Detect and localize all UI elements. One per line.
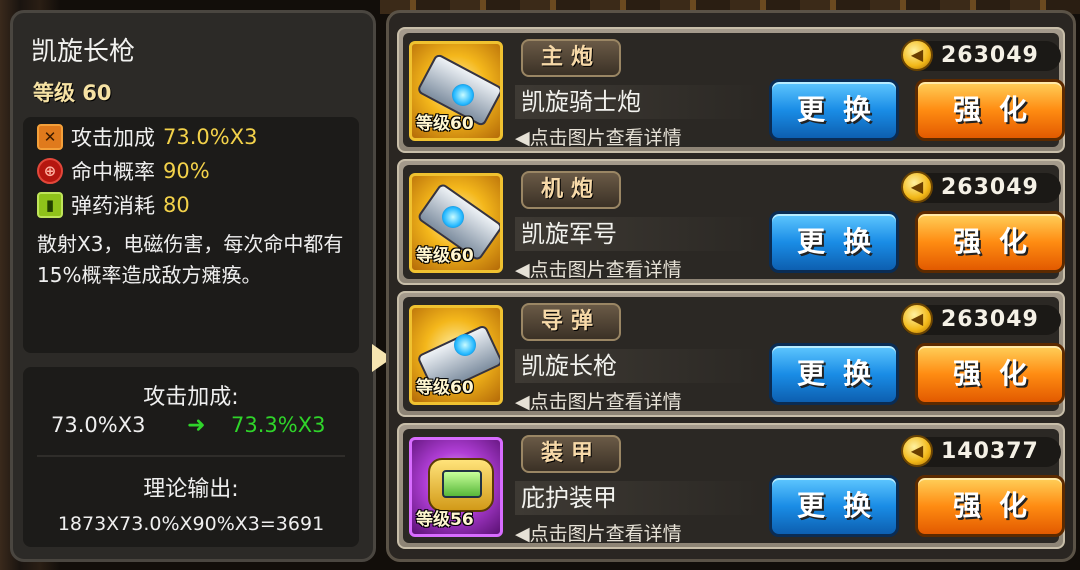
cannon-icon[interactable]: 等级60 [409, 41, 503, 141]
detail-hint: ◀点击图片查看详情 [515, 391, 682, 413]
item-level: 等级60 [416, 114, 474, 134]
crosshair-icon: ⊕ [37, 158, 63, 184]
item-name: 庇护装甲 [515, 481, 761, 515]
coin-icon: ◀ [901, 171, 933, 203]
stat-value: 80 [163, 193, 190, 217]
compare-old-value: 73.0%X3 [51, 413, 146, 437]
cost-value: 140377 [941, 439, 1039, 464]
stat-hit-rate: ⊕ 命中概率 90% [37, 157, 210, 185]
change-button[interactable]: 更换 [769, 79, 899, 141]
compare-title: 攻击加成: [143, 385, 239, 410]
calculation-box: 攻击加成: 73.0%X3 ➜ 73.3%X3 理论输出: 1873X73.0%… [23, 367, 359, 547]
item-name: 凯旋骑士炮 [515, 85, 761, 119]
equipment-panel: 等级60 主炮 凯旋骑士炮 ◀点击图片查看详情 ◀ 263049 更换 强化 等… [386, 10, 1076, 562]
change-button[interactable]: 更换 [769, 343, 899, 405]
ammo-icon: ▮ [37, 192, 63, 218]
slot-type-label: 装甲 [521, 435, 621, 473]
output-formula: 1873X73.0%X90%X3=3691 [57, 513, 325, 535]
upgrade-button[interactable]: 强化 [915, 343, 1065, 405]
crossed-swords-icon: ✕ [37, 124, 63, 150]
coin-icon: ◀ [901, 39, 933, 71]
weapon-detail-panel: 凯旋长枪 等级 60 ✕ 攻击加成 73.0%X3 ⊕ 命中概率 90% ▮ 弹… [10, 10, 376, 562]
stat-label: 攻击加成 [71, 126, 155, 150]
item-name: 凯旋军号 [515, 217, 761, 251]
stat-label: 命中概率 [71, 160, 155, 184]
cost-display: ◀ 140377 [901, 435, 1061, 467]
missile-launcher-icon[interactable]: 等级60 [409, 305, 503, 405]
stat-attack: ✕ 攻击加成 73.0%X3 [37, 123, 257, 151]
equipment-slot: 等级60 主炮 凯旋骑士炮 ◀点击图片查看详情 ◀ 263049 更换 强化 [397, 27, 1065, 153]
equipment-slot: 等级56 装甲 庇护装甲 ◀点击图片查看详情 ◀ 140377 更换 强化 [397, 423, 1065, 549]
upgrade-button[interactable]: 强化 [915, 79, 1065, 141]
machine-gun-icon[interactable]: 等级60 [409, 173, 503, 273]
detail-hint: ◀点击图片查看详情 [515, 127, 682, 149]
slot-type-label: 导弹 [521, 303, 621, 341]
detail-hint: ◀点击图片查看详情 [515, 523, 682, 545]
stat-value: 73.0%X3 [163, 125, 258, 149]
compare-new-value: 73.3%X3 [231, 413, 326, 437]
item-level: 等级56 [416, 510, 474, 530]
cost-display: ◀ 263049 [901, 39, 1061, 71]
cost-display: ◀ 263049 [901, 303, 1061, 335]
weapon-name: 凯旋长枪 [31, 37, 136, 67]
item-level: 等级60 [416, 378, 474, 398]
change-button[interactable]: 更换 [769, 475, 899, 537]
item-level: 等级60 [416, 246, 474, 266]
change-button[interactable]: 更换 [769, 211, 899, 273]
weapon-level: 等级 60 [33, 81, 112, 105]
stats-box: ✕ 攻击加成 73.0%X3 ⊕ 命中概率 90% ▮ 弹药消耗 80 散射X3… [23, 117, 359, 353]
weapon-description: 散射X3，电磁伤害，每次命中都有15%概率造成敌方瘫痪。 [37, 232, 344, 287]
equipment-slot: 等级60 导弹 凯旋长枪 ◀点击图片查看详情 ◀ 263049 更换 强化 [397, 291, 1065, 417]
arrow-right-icon: ➜ [187, 413, 206, 438]
armor-icon[interactable]: 等级56 [409, 437, 503, 537]
stat-ammo: ▮ 弹药消耗 80 [37, 191, 190, 219]
cost-value: 263049 [941, 43, 1039, 68]
slot-type-label: 机炮 [521, 171, 621, 209]
upgrade-button[interactable]: 强化 [915, 211, 1065, 273]
stat-value: 90% [163, 159, 210, 183]
cost-value: 263049 [941, 307, 1039, 332]
detail-hint: ◀点击图片查看详情 [515, 259, 682, 281]
divider [37, 455, 345, 457]
cost-display: ◀ 263049 [901, 171, 1061, 203]
cost-value: 263049 [941, 175, 1039, 200]
coin-icon: ◀ [901, 435, 933, 467]
coin-icon: ◀ [901, 303, 933, 335]
output-title: 理论输出: [143, 477, 239, 502]
item-name: 凯旋长枪 [515, 349, 761, 383]
stat-label: 弹药消耗 [71, 194, 155, 218]
slot-type-label: 主炮 [521, 39, 621, 77]
equipment-slot: 等级60 机炮 凯旋军号 ◀点击图片查看详情 ◀ 263049 更换 强化 [397, 159, 1065, 285]
upgrade-button[interactable]: 强化 [915, 475, 1065, 537]
